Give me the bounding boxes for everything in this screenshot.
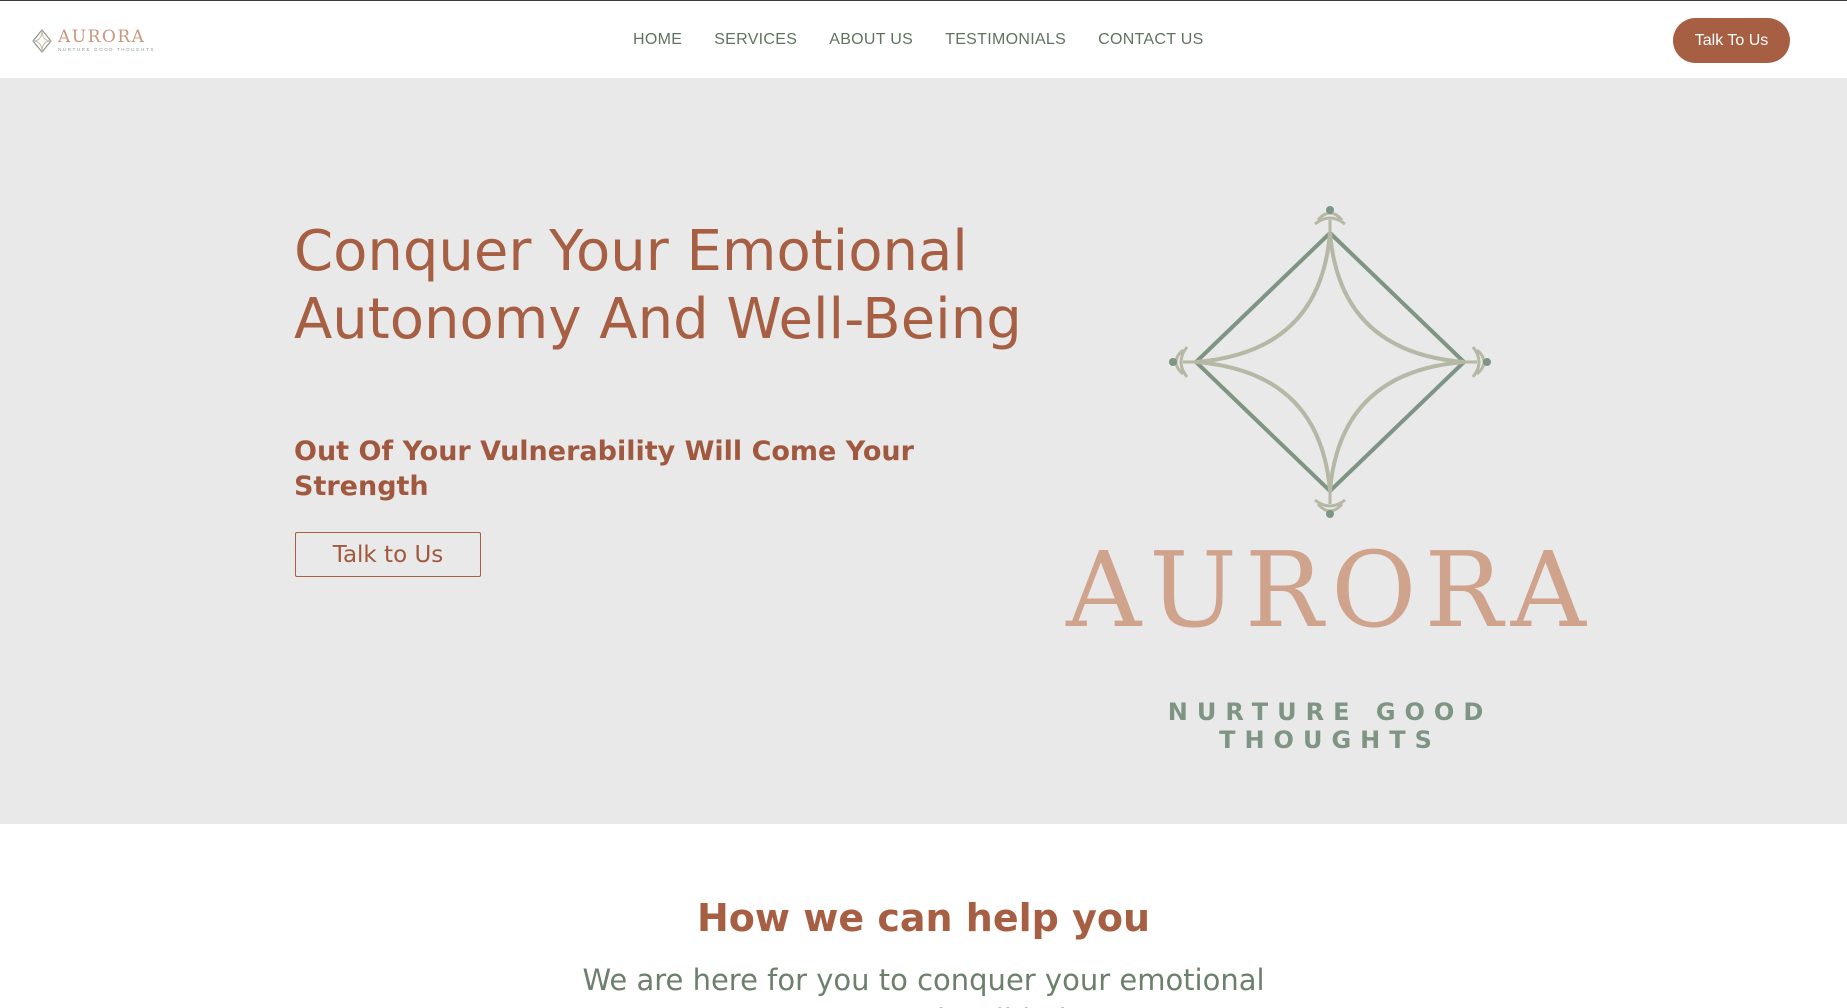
hero-title: Conquer Your Emotional Autonomy And Well… bbox=[294, 219, 1022, 352]
nav-home[interactable]: HOME bbox=[633, 31, 682, 49]
hero-talk-button[interactable]: Talk to Us bbox=[295, 532, 481, 577]
hero-section: Conquer Your Emotional Autonomy And Well… bbox=[0, 78, 1847, 824]
hero-logo: AURORA NURTURE GOOD THOUGHTS bbox=[1060, 128, 1600, 754]
site-header: AURORA NURTURE GOOD THOUGHTS HOME SERVIC… bbox=[0, 1, 1847, 78]
aurora-star-icon bbox=[32, 29, 52, 53]
hero-logo-tagline: NURTURE GOOD THOUGHTS bbox=[1167, 698, 1493, 754]
brand-name: AURORA bbox=[58, 27, 146, 48]
nav-testimonials[interactable]: TESTIMONIALS bbox=[945, 31, 1066, 49]
nav-services[interactable]: SERVICES bbox=[714, 31, 797, 49]
help-section-title: How we can help you bbox=[696, 896, 1150, 940]
nav-about-us[interactable]: ABOUT US bbox=[829, 31, 913, 49]
brand-logo[interactable]: AURORA NURTURE GOOD THOUGHTS bbox=[30, 25, 155, 57]
hero-logo-word: AURORA bbox=[1066, 529, 1594, 651]
aurora-emblem-icon bbox=[1169, 206, 1491, 518]
hero-subtitle: Out Of Your Vulnerability Will Come Your… bbox=[294, 436, 914, 502]
nav-contact-us[interactable]: CONTACT US bbox=[1098, 31, 1204, 49]
main-nav: HOME SERVICES ABOUT US TESTIMONIALS CONT… bbox=[633, 1, 1236, 78]
brand-tagline: NURTURE GOOD THOUGHTS bbox=[58, 47, 155, 53]
talk-to-us-button[interactable]: Talk To Us bbox=[1673, 18, 1790, 63]
help-section-text: We are here for you to conquer your emot… bbox=[582, 963, 1265, 1008]
